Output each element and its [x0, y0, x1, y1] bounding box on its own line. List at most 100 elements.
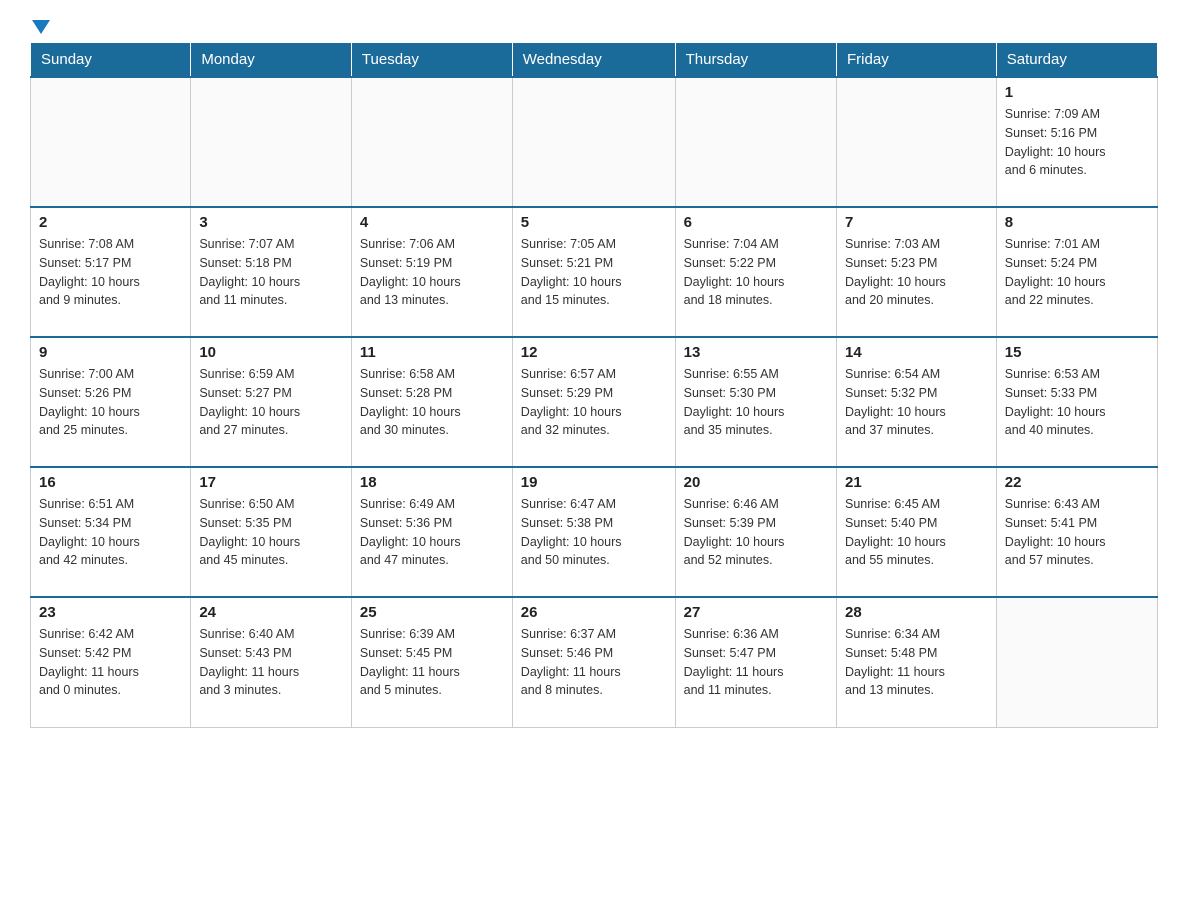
- day-info: Sunrise: 7:03 AM Sunset: 5:23 PM Dayligh…: [845, 235, 988, 310]
- calendar-cell: 8Sunrise: 7:01 AM Sunset: 5:24 PM Daylig…: [996, 207, 1157, 337]
- day-info: Sunrise: 6:57 AM Sunset: 5:29 PM Dayligh…: [521, 365, 667, 440]
- calendar-cell: 24 Sunrise: 6:40 AM Sunset: 5:43 PM Dayli…: [191, 597, 352, 727]
- day-info: Sunrise: 7:08 AM Sunset: 5:17 PM Dayligh…: [39, 235, 182, 310]
- day-info: Sunrise: 6:58 AM Sunset: 5:28 PM Dayligh…: [360, 365, 504, 440]
- calendar-cell: [31, 77, 191, 207]
- day-number: 23: [39, 604, 182, 621]
- calendar-week-row: 2 Sunrise: 7:08 AM Sunset: 5:17 PM Daylig…: [31, 207, 1158, 337]
- day-number: 28: [845, 604, 988, 621]
- day-number: 9: [39, 344, 182, 361]
- day-info: Sunrise: 7:00 AM Sunset: 5:26 PM Dayligh…: [39, 365, 182, 440]
- calendar-cell: 17 Sunrise: 6:50 AM Sunset: 5:35 PM Dayli…: [191, 467, 352, 597]
- day-number: 6: [684, 214, 828, 231]
- day-info: Sunrise: 6:59 AM Sunset: 5:27 PM Dayligh…: [199, 365, 343, 440]
- calendar-cell: 22 Sunrise: 6:43 AM Sunset: 5:41 PM Dayli…: [996, 467, 1157, 597]
- calendar-cell: [996, 597, 1157, 727]
- day-info: Sunrise: 7:06 AM Sunset: 5:19 PM Dayligh…: [360, 235, 504, 310]
- weekday-header-monday: Monday: [191, 43, 352, 78]
- day-number: 10: [199, 344, 343, 361]
- calendar-cell: [675, 77, 836, 207]
- day-number: 27: [684, 604, 828, 621]
- weekday-header-tuesday: Tuesday: [351, 43, 512, 78]
- calendar-cell: 9 Sunrise: 7:00 AM Sunset: 5:26 PM Daylig…: [31, 337, 191, 467]
- day-number: 26: [521, 604, 667, 621]
- calendar-table: SundayMondayTuesdayWednesdayThursdayFrid…: [30, 42, 1158, 728]
- calendar-cell: 19 Sunrise: 6:47 AM Sunset: 5:38 PM Dayli…: [512, 467, 675, 597]
- calendar-cell: 2 Sunrise: 7:08 AM Sunset: 5:17 PM Daylig…: [31, 207, 191, 337]
- day-info: Sunrise: 7:04 AM Sunset: 5:22 PM Dayligh…: [684, 235, 828, 310]
- day-number: 19: [521, 474, 667, 491]
- day-number: 17: [199, 474, 343, 491]
- day-info: Sunrise: 7:07 AM Sunset: 5:18 PM Dayligh…: [199, 235, 343, 310]
- day-info: Sunrise: 6:46 AM Sunset: 5:39 PM Dayligh…: [684, 495, 828, 570]
- day-number: 7: [845, 214, 988, 231]
- day-number: 2: [39, 214, 182, 231]
- day-number: 22: [1005, 474, 1149, 491]
- day-info: Sunrise: 6:50 AM Sunset: 5:35 PM Dayligh…: [199, 495, 343, 570]
- calendar-cell: 6 Sunrise: 7:04 AM Sunset: 5:22 PM Daylig…: [675, 207, 836, 337]
- day-info: Sunrise: 6:54 AM Sunset: 5:32 PM Dayligh…: [845, 365, 988, 440]
- calendar-body: 1 Sunrise: 7:09 AM Sunset: 5:16 PM Daylig…: [31, 77, 1158, 727]
- weekday-header-thursday: Thursday: [675, 43, 836, 78]
- calendar-header: SundayMondayTuesdayWednesdayThursdayFrid…: [31, 43, 1158, 78]
- calendar-cell: 26 Sunrise: 6:37 AM Sunset: 5:46 PM Dayli…: [512, 597, 675, 727]
- calendar-cell: 14 Sunrise: 6:54 AM Sunset: 5:32 PM Dayli…: [837, 337, 997, 467]
- weekday-header-saturday: Saturday: [996, 43, 1157, 78]
- day-number: 25: [360, 604, 504, 621]
- day-info: Sunrise: 6:55 AM Sunset: 5:30 PM Dayligh…: [684, 365, 828, 440]
- calendar-cell: [512, 77, 675, 207]
- calendar-cell: [351, 77, 512, 207]
- calendar-cell: 15 Sunrise: 6:53 AM Sunset: 5:33 PM Dayli…: [996, 337, 1157, 467]
- day-info: Sunrise: 6:45 AM Sunset: 5:40 PM Dayligh…: [845, 495, 988, 570]
- weekday-header-row: SundayMondayTuesdayWednesdayThursdayFrid…: [31, 43, 1158, 78]
- day-info: Sunrise: 6:49 AM Sunset: 5:36 PM Dayligh…: [360, 495, 504, 570]
- day-info: Sunrise: 6:39 AM Sunset: 5:45 PM Dayligh…: [360, 625, 504, 700]
- calendar-cell: [837, 77, 997, 207]
- calendar-cell: 16Sunrise: 6:51 AM Sunset: 5:34 PM Dayli…: [31, 467, 191, 597]
- day-number: 24: [199, 604, 343, 621]
- day-info: Sunrise: 7:09 AM Sunset: 5:16 PM Dayligh…: [1005, 105, 1149, 180]
- page-header: [30, 20, 1158, 32]
- day-info: Sunrise: 6:43 AM Sunset: 5:41 PM Dayligh…: [1005, 495, 1149, 570]
- calendar-cell: 28 Sunrise: 6:34 AM Sunset: 5:48 PM Dayli…: [837, 597, 997, 727]
- day-info: Sunrise: 6:34 AM Sunset: 5:48 PM Dayligh…: [845, 625, 988, 700]
- calendar-cell: 21Sunrise: 6:45 AM Sunset: 5:40 PM Dayli…: [837, 467, 997, 597]
- day-number: 5: [521, 214, 667, 231]
- logo-icon: [30, 20, 50, 32]
- day-info: Sunrise: 7:01 AM Sunset: 5:24 PM Dayligh…: [1005, 235, 1149, 310]
- day-info: Sunrise: 6:37 AM Sunset: 5:46 PM Dayligh…: [521, 625, 667, 700]
- logo-triangle-icon: [32, 20, 50, 34]
- weekday-header-friday: Friday: [837, 43, 997, 78]
- weekday-header-sunday: Sunday: [31, 43, 191, 78]
- day-info: Sunrise: 6:40 AM Sunset: 5:43 PM Dayligh…: [199, 625, 343, 700]
- calendar-cell: 18 Sunrise: 6:49 AM Sunset: 5:36 PM Dayli…: [351, 467, 512, 597]
- calendar-cell: 3 Sunrise: 7:07 AM Sunset: 5:18 PM Daylig…: [191, 207, 352, 337]
- calendar-cell: 7 Sunrise: 7:03 AM Sunset: 5:23 PM Daylig…: [837, 207, 997, 337]
- calendar-cell: 27 Sunrise: 6:36 AM Sunset: 5:47 PM Dayli…: [675, 597, 836, 727]
- logo: [30, 20, 50, 32]
- day-number: 16: [39, 474, 182, 491]
- calendar-week-row: 16Sunrise: 6:51 AM Sunset: 5:34 PM Dayli…: [31, 467, 1158, 597]
- day-number: 14: [845, 344, 988, 361]
- day-number: 4: [360, 214, 504, 231]
- calendar-cell: 25 Sunrise: 6:39 AM Sunset: 5:45 PM Dayli…: [351, 597, 512, 727]
- day-number: 13: [684, 344, 828, 361]
- day-number: 15: [1005, 344, 1149, 361]
- calendar-cell: 5 Sunrise: 7:05 AM Sunset: 5:21 PM Daylig…: [512, 207, 675, 337]
- calendar-week-row: 1 Sunrise: 7:09 AM Sunset: 5:16 PM Daylig…: [31, 77, 1158, 207]
- calendar-cell: 13 Sunrise: 6:55 AM Sunset: 5:30 PM Dayli…: [675, 337, 836, 467]
- day-info: Sunrise: 6:53 AM Sunset: 5:33 PM Dayligh…: [1005, 365, 1149, 440]
- calendar-cell: 20 Sunrise: 6:46 AM Sunset: 5:39 PM Dayli…: [675, 467, 836, 597]
- day-number: 20: [684, 474, 828, 491]
- calendar-cell: 23 Sunrise: 6:42 AM Sunset: 5:42 PM Dayli…: [31, 597, 191, 727]
- day-info: Sunrise: 6:47 AM Sunset: 5:38 PM Dayligh…: [521, 495, 667, 570]
- day-info: Sunrise: 6:42 AM Sunset: 5:42 PM Dayligh…: [39, 625, 182, 700]
- day-info: Sunrise: 6:36 AM Sunset: 5:47 PM Dayligh…: [684, 625, 828, 700]
- day-info: Sunrise: 7:05 AM Sunset: 5:21 PM Dayligh…: [521, 235, 667, 310]
- calendar-cell: 12 Sunrise: 6:57 AM Sunset: 5:29 PM Dayli…: [512, 337, 675, 467]
- day-number: 12: [521, 344, 667, 361]
- day-number: 3: [199, 214, 343, 231]
- day-number: 1: [1005, 84, 1149, 101]
- day-number: 18: [360, 474, 504, 491]
- day-number: 11: [360, 344, 504, 361]
